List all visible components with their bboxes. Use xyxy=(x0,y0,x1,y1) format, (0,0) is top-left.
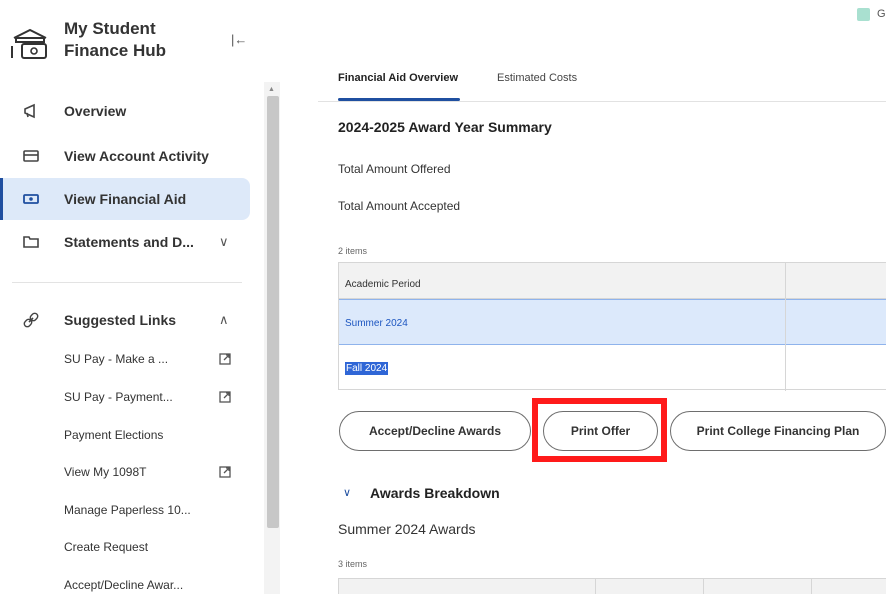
nav-label: View Account Activity xyxy=(64,148,209,164)
period-link-fall-2024[interactable]: Fall 2024 xyxy=(345,362,389,375)
award-year-summary-title: 2024-2025 Award Year Summary xyxy=(338,119,552,135)
periods-item-count: 2 items xyxy=(338,246,368,256)
column-divider xyxy=(703,579,704,594)
sidebar: My Student Finance Hub |← Overview View … xyxy=(0,0,264,594)
collapse-sidebar-button[interactable]: |← xyxy=(231,32,247,47)
link-icon xyxy=(23,312,39,328)
suggested-link-manage-paperless[interactable]: Manage Paperless 10... xyxy=(64,503,191,517)
total-accepted-label: Total Amount Accepted xyxy=(338,199,461,213)
card-icon xyxy=(23,150,39,162)
table-row[interactable]: Fall 2024 xyxy=(339,345,886,391)
nav-item-overview[interactable]: Overview xyxy=(0,90,250,132)
total-offered-label: Total Amount Offered xyxy=(338,162,451,176)
app-title: My Student Finance Hub xyxy=(64,19,167,60)
external-link-icon[interactable] xyxy=(219,353,231,365)
print-offer-button[interactable]: Print Offer xyxy=(543,411,658,451)
suggested-link-su-pay-payment[interactable]: SU Pay - Payment... xyxy=(64,390,173,404)
chevron-down-icon[interactable]: ∨ xyxy=(219,234,229,250)
suggested-links-header[interactable]: Suggested Links ∧ xyxy=(0,299,250,341)
table-row[interactable]: Summer 2024 xyxy=(339,299,886,345)
suggested-link-accept-decline[interactable]: Accept/Decline Awar... xyxy=(64,578,183,592)
awards-breakdown-title[interactable]: Awards Breakdown xyxy=(370,485,500,501)
suggested-links-label: Suggested Links xyxy=(64,312,177,328)
column-divider xyxy=(785,263,786,391)
legend-label: Ge xyxy=(877,8,886,20)
tab-financial-aid-overview[interactable]: Financial Aid Overview xyxy=(338,72,458,84)
print-college-financing-plan-button[interactable]: Print College Financing Plan xyxy=(670,411,886,451)
suggested-link-payment-elections[interactable]: Payment Elections xyxy=(64,428,163,442)
active-tab-indicator xyxy=(338,98,460,101)
legend-swatch xyxy=(857,8,870,21)
suggested-link-su-pay-make[interactable]: SU Pay - Make a ... xyxy=(64,352,168,366)
external-link-icon[interactable] xyxy=(219,391,231,403)
tabs-divider xyxy=(318,101,886,102)
finance-hub-logo-icon xyxy=(11,28,47,59)
period-link-summer-2024[interactable]: Summer 2024 xyxy=(345,318,408,329)
column-divider xyxy=(595,579,596,594)
awards-item-count: 3 items xyxy=(338,559,368,569)
nav-label: Overview xyxy=(64,103,127,119)
column-header-academic-period: Academic Period xyxy=(345,279,421,290)
folder-icon xyxy=(23,236,39,248)
megaphone-icon xyxy=(24,103,35,119)
cash-icon xyxy=(23,194,39,204)
suggested-link-view-1098t[interactable]: View My 1098T xyxy=(64,465,146,479)
divider xyxy=(12,282,242,283)
accept-decline-awards-button[interactable]: Accept/Decline Awards xyxy=(339,411,531,451)
column-divider xyxy=(811,579,812,594)
nav-item-view-financial-aid[interactable]: View Financial Aid xyxy=(0,178,250,220)
nav-label: Statements and D... xyxy=(64,234,194,250)
nav-item-statements[interactable]: Statements and D... ∨ xyxy=(0,221,250,263)
suggested-link-create-request[interactable]: Create Request xyxy=(64,540,148,554)
table-header-row: Academic Period xyxy=(339,263,886,299)
scroll-up-arrow-icon[interactable]: ▲ xyxy=(268,86,275,93)
academic-periods-table: Academic Period Summer 2024 Fall 2024 xyxy=(338,262,886,391)
chevron-up-icon[interactable]: ∧ xyxy=(219,312,229,328)
tab-estimated-costs[interactable]: Estimated Costs xyxy=(497,72,577,84)
external-link-icon[interactable] xyxy=(219,466,231,478)
nav-item-view-account-activity[interactable]: View Account Activity xyxy=(0,135,250,177)
chevron-down-icon[interactable]: ∨ xyxy=(343,486,351,499)
scrollbar-thumb[interactable] xyxy=(267,96,279,528)
nav-label: View Financial Aid xyxy=(64,191,187,207)
awards-table xyxy=(338,578,886,594)
summer-awards-subtitle: Summer 2024 Awards xyxy=(338,521,476,537)
